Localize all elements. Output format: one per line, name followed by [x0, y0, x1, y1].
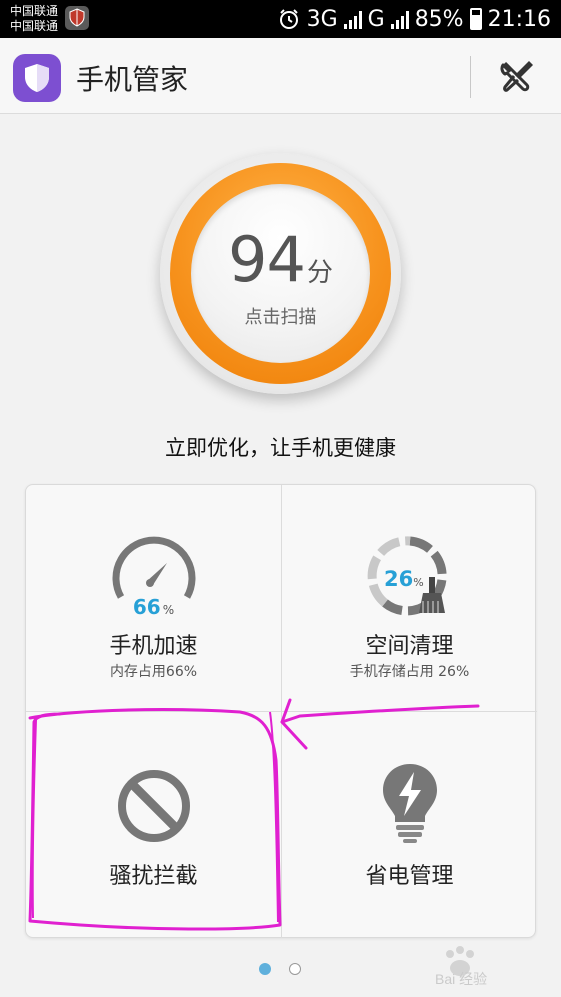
- score-number: 94: [228, 223, 306, 296]
- signal-2-icon: [390, 9, 409, 29]
- tile-speed-up[interactable]: 66% 手机加速 内存占用66%: [26, 485, 281, 711]
- network-type-2: G: [367, 6, 385, 32]
- tile-subtitle: 手机存储占用 26%: [349, 664, 470, 680]
- header-divider: [470, 56, 471, 98]
- score-scan-button[interactable]: 94分 点击扫描: [160, 153, 401, 394]
- app-header: 手机管家: [0, 38, 561, 114]
- tagline: 立即优化，让手机更健康: [165, 436, 396, 460]
- shield-icon: [13, 54, 61, 102]
- signal-1-icon: [343, 9, 362, 29]
- tile-harassment-block[interactable]: 骚扰拦截: [26, 711, 281, 938]
- lightning-bulb-icon: [282, 760, 537, 844]
- memory-percent: 66%: [132, 595, 175, 619]
- carrier-labels: 中国联通 中国联通: [10, 4, 58, 34]
- tile-title: 骚扰拦截: [109, 864, 198, 889]
- clock: 21:16: [487, 6, 551, 32]
- tile-space-clean[interactable]: 26% 空间清理 手机存储占用 26%: [281, 485, 537, 711]
- storage-percent: 26%: [384, 567, 424, 591]
- feature-grid: 66% 手机加速 内存占用66% 26% 空间清理 手机存储占用 26% 骚扰拦…: [25, 484, 537, 938]
- carrier-1: 中国联通: [10, 4, 59, 18]
- status-bar: 中国联通 中国联通 3G G 85% 21:16: [0, 0, 561, 38]
- app-title: 手机管家: [76, 63, 189, 96]
- tile-title: 手机加速: [109, 634, 198, 659]
- svg-text:Bai 经验: Bai 经验: [435, 971, 487, 987]
- pager-dot-1[interactable]: [259, 963, 271, 975]
- score-value: 94分: [160, 223, 401, 296]
- tools-icon: [500, 61, 533, 92]
- network-type-1: 3G: [306, 6, 338, 32]
- tile-power-saving[interactable]: 省电管理: [281, 711, 537, 938]
- alarm-icon: [279, 9, 298, 29]
- tile-subtitle: 内存占用66%: [109, 664, 198, 680]
- pager-dot-2[interactable]: [289, 963, 301, 975]
- notification-shield-icon: [65, 6, 89, 30]
- block-icon: [26, 768, 281, 844]
- battery-percent: 85%: [414, 6, 464, 32]
- settings-button[interactable]: [492, 54, 542, 100]
- status-indicators: 3G G 85% 21:16: [277, 0, 551, 38]
- scan-label: 点击扫描: [244, 307, 317, 328]
- carrier-2: 中国联通: [10, 19, 59, 33]
- battery-icon: [469, 8, 482, 30]
- tile-title: 空间清理: [365, 634, 454, 659]
- tile-title: 省电管理: [365, 864, 454, 889]
- score-unit: 分: [306, 258, 333, 288]
- baidu-watermark-logo: Bai 经验: [430, 940, 560, 990]
